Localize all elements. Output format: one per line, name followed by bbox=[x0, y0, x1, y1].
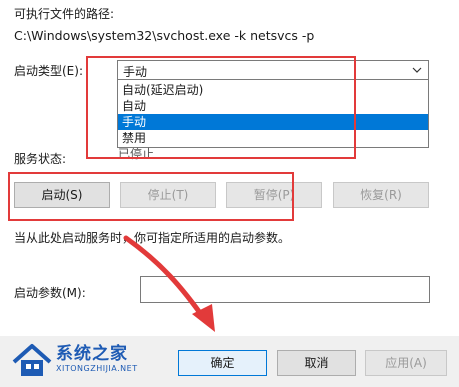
cancel-button[interactable]: 取消 bbox=[277, 350, 356, 376]
startup-type-dropdown: 自动(延迟启动) 自动 手动 禁用 bbox=[117, 80, 429, 148]
startup-type-label: 启动类型(E): bbox=[14, 64, 83, 78]
option-auto-delayed[interactable]: 自动(延迟启动) bbox=[118, 82, 428, 98]
service-status-label: 服务状态: bbox=[14, 152, 67, 166]
pause-button[interactable]: 暂停(P) bbox=[226, 182, 322, 208]
option-auto[interactable]: 自动 bbox=[118, 98, 428, 114]
apply-button[interactable]: 应用(A) bbox=[365, 350, 447, 376]
start-button[interactable]: 启动(S) bbox=[14, 182, 110, 208]
option-disabled[interactable]: 禁用 bbox=[118, 130, 428, 146]
resume-button[interactable]: 恢复(R) bbox=[333, 182, 429, 208]
executable-path-value: C:\Windows\system32\svchost.exe -k netsv… bbox=[14, 28, 315, 43]
watermark-subtitle: XITONGZHIJIA.NET bbox=[56, 364, 138, 373]
watermark-title: 系统之家 bbox=[56, 344, 128, 364]
arrow-down-right-icon bbox=[123, 235, 215, 332]
option-manual[interactable]: 手动 bbox=[118, 114, 428, 130]
service-status-value: 已停止 bbox=[118, 147, 155, 161]
startup-type-combobox[interactable]: 手动 bbox=[117, 60, 429, 80]
stop-button[interactable]: 停止(T) bbox=[120, 182, 216, 208]
startup-type-selected: 手动 bbox=[123, 65, 148, 79]
start-params-label: 启动参数(M): bbox=[14, 286, 86, 300]
ok-button[interactable]: 确定 bbox=[178, 350, 267, 376]
executable-path-label: 可执行文件的路径: bbox=[14, 7, 115, 21]
chevron-down-icon[interactable] bbox=[411, 62, 423, 81]
